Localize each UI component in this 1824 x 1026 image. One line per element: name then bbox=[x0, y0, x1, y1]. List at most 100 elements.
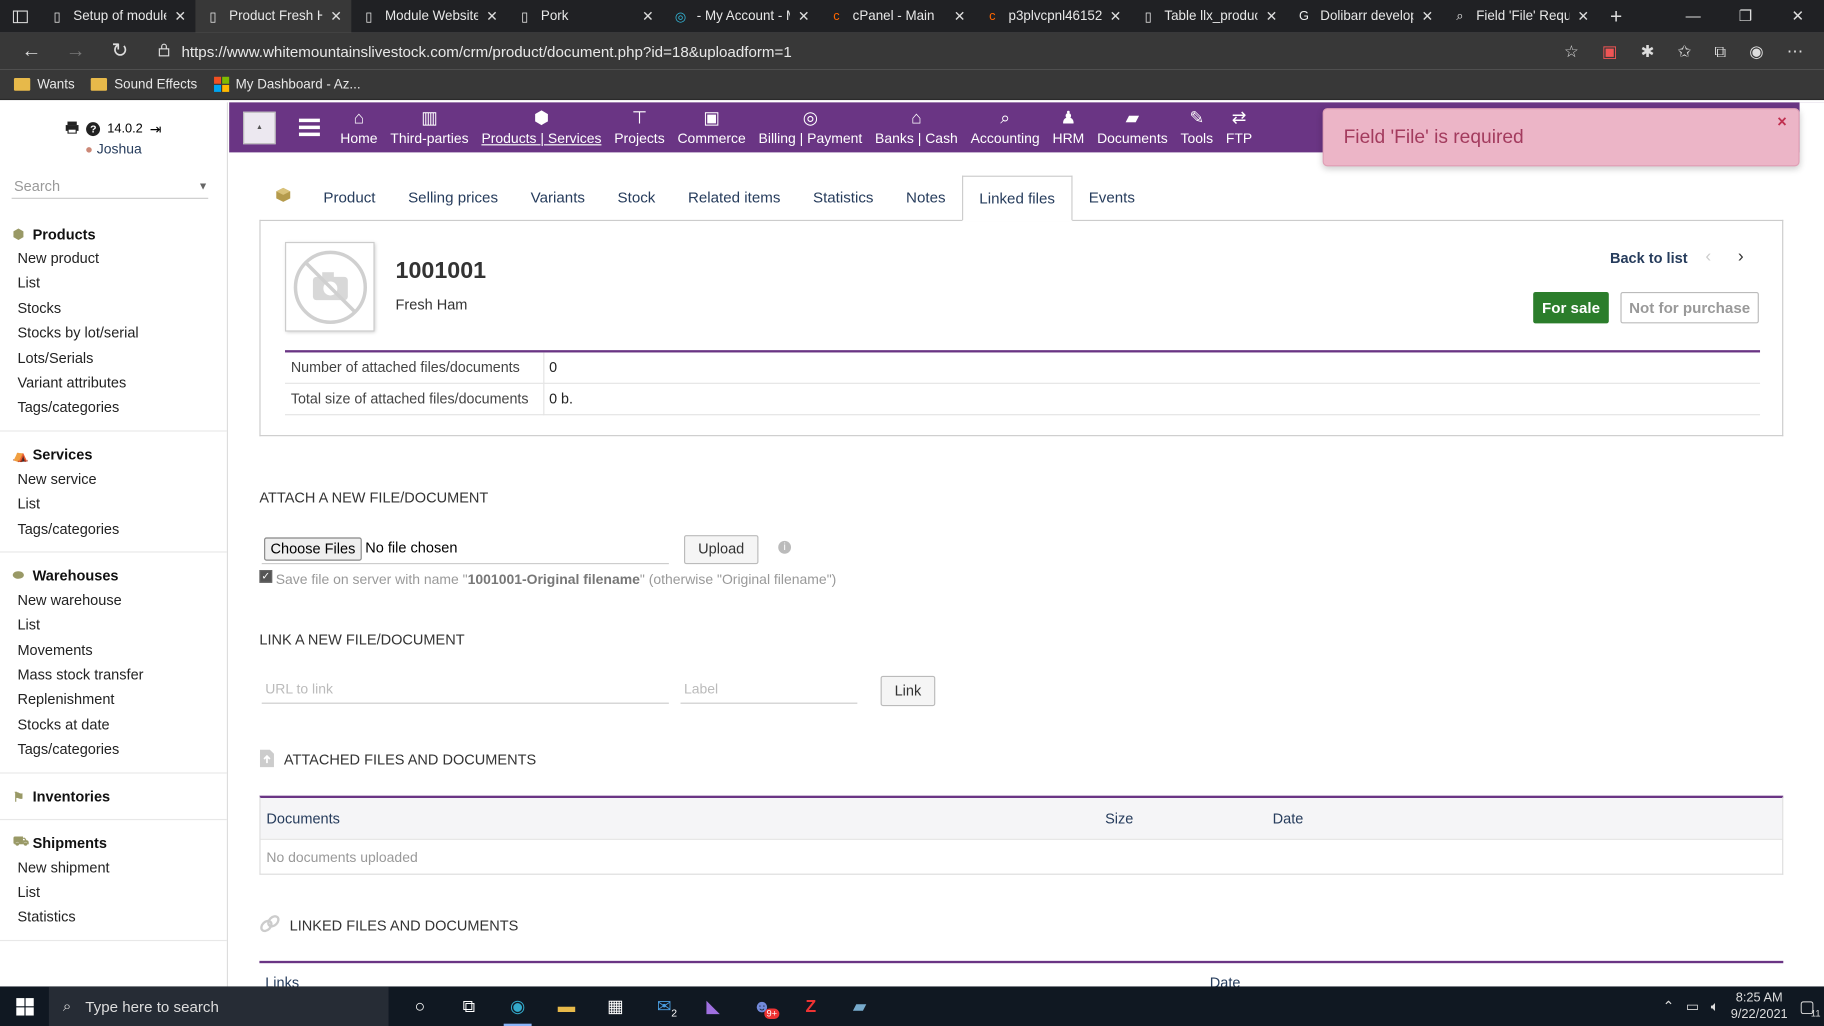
volume-icon[interactable]: 🔈︎ bbox=[1711, 998, 1719, 1015]
taskbar-clock[interactable]: 8:25 AM 9/22/2021 bbox=[1731, 990, 1788, 1023]
col-documents[interactable]: Documents bbox=[261, 810, 1106, 826]
restore-icon[interactable]: ❐ bbox=[1719, 7, 1771, 26]
start-button[interactable] bbox=[0, 997, 49, 1015]
sidebar-item[interactable]: New service bbox=[0, 467, 227, 492]
topmenu-commerce[interactable]: ▣ Commerce bbox=[671, 102, 752, 152]
close-tab-icon[interactable]: ✕ bbox=[642, 8, 654, 24]
tab-variants[interactable]: Variants bbox=[514, 176, 601, 220]
sidebar-item[interactable]: Tags/categories bbox=[0, 517, 227, 542]
sidebar-heading-shipments[interactable]: ⛟ Shipments bbox=[0, 831, 227, 855]
reload-icon[interactable]: ↻ bbox=[98, 40, 142, 63]
close-tab-icon[interactable]: ✕ bbox=[1266, 8, 1278, 24]
bookmark-dashboard[interactable]: My Dashboard - Az... bbox=[213, 76, 361, 92]
company-logo[interactable]: ▲ bbox=[243, 111, 276, 144]
favorites-icon[interactable]: ✩ bbox=[1677, 41, 1691, 61]
topmenu-third-parties[interactable]: ▥ Third-parties bbox=[384, 102, 475, 152]
sidebar-item[interactable]: Replenishment bbox=[0, 688, 227, 713]
profile-avatar[interactable]: ◉ bbox=[1749, 41, 1763, 61]
sidebar-item[interactable]: List bbox=[0, 881, 227, 906]
minimize-icon[interactable]: — bbox=[1667, 7, 1719, 26]
hamburger-icon[interactable] bbox=[298, 118, 320, 137]
sidebar-heading-inventories[interactable]: ⚑ Inventories bbox=[0, 785, 227, 809]
sidebar-item[interactable]: List bbox=[0, 492, 227, 517]
topmenu-ftp[interactable]: ⇄ FTP bbox=[1219, 102, 1258, 152]
topmenu-accounting[interactable]: ⌕ Accounting bbox=[964, 102, 1046, 152]
tab-product[interactable]: Product bbox=[307, 176, 392, 220]
extension-icon[interactable]: ▣ bbox=[1602, 41, 1617, 61]
topmenu-documents[interactable]: ▰ Documents bbox=[1091, 102, 1174, 152]
topmenu-billing-payment[interactable]: ◎ Billing | Payment bbox=[752, 102, 869, 152]
sidebar-item[interactable]: Stocks by lot/serial bbox=[0, 321, 227, 346]
sidebar-item[interactable]: Stocks bbox=[0, 296, 227, 321]
col-date[interactable]: Date bbox=[1273, 810, 1304, 826]
url-to-link-input[interactable]: URL to link bbox=[261, 681, 669, 704]
browser-tab[interactable]: ▯ Module Website ✕ bbox=[351, 0, 507, 33]
bookmark-sound-effects[interactable]: Sound Effects bbox=[90, 77, 197, 91]
puzzle-icon[interactable]: ✱ bbox=[1641, 41, 1655, 61]
upload-button[interactable]: Upload bbox=[684, 535, 759, 565]
browser-tab[interactable]: ▯ Pork ✕ bbox=[507, 0, 663, 33]
status-for-sale-badge[interactable]: For sale bbox=[1533, 291, 1609, 324]
visual-studio-icon[interactable]: ◣ bbox=[689, 986, 738, 1026]
sidebar-item[interactable]: Statistics bbox=[0, 906, 227, 931]
topmenu-projects[interactable]: ⊤ Projects bbox=[608, 102, 671, 152]
notification-icon[interactable]: ▢ 11 bbox=[1799, 996, 1820, 1018]
sidebar-item[interactable]: New warehouse bbox=[0, 589, 227, 614]
status-not-for-purchase-badge[interactable]: Not for purchase bbox=[1620, 291, 1759, 324]
sidebar-heading-products[interactable]: ⬢ Products bbox=[0, 222, 227, 246]
sidebar-item[interactable]: Mass stock transfer bbox=[0, 663, 227, 688]
forward-icon[interactable]: → bbox=[54, 40, 98, 63]
file-explorer-icon[interactable]: ▬ bbox=[542, 986, 591, 1026]
tab-stock[interactable]: Stock bbox=[601, 176, 671, 220]
close-tab-icon[interactable]: ✕ bbox=[486, 8, 498, 24]
network-icon[interactable]: ▭ bbox=[1686, 998, 1699, 1014]
tray-expand-icon[interactable]: ⌃ bbox=[1663, 998, 1675, 1014]
close-tab-icon[interactable]: ✕ bbox=[1421, 8, 1433, 24]
browser-tab[interactable]: G Dolibarr develop ✕ bbox=[1287, 0, 1443, 33]
sidebar-heading-warehouses[interactable]: ⬬ Warehouses bbox=[0, 564, 227, 588]
tab-statistics[interactable]: Statistics bbox=[797, 176, 890, 220]
info-icon[interactable]: i bbox=[778, 540, 792, 554]
user-link[interactable]: ● Joshua bbox=[0, 141, 227, 157]
tab-events[interactable]: Events bbox=[1072, 176, 1151, 220]
print-icon[interactable] bbox=[65, 121, 79, 137]
product-photo[interactable] bbox=[285, 241, 375, 332]
sidebar-search[interactable]: Search ▼ bbox=[11, 173, 208, 199]
close-tab-icon[interactable]: ✕ bbox=[798, 8, 810, 24]
close-tab-icon[interactable]: ✕ bbox=[1110, 8, 1122, 24]
sidebar-item[interactable]: Variant attributes bbox=[0, 371, 227, 396]
col-size[interactable]: Size bbox=[1105, 810, 1273, 826]
sidebar-item[interactable]: Lots/Serials bbox=[0, 346, 227, 371]
collections-icon[interactable]: ⧉ bbox=[1714, 41, 1726, 61]
bookmark-wants[interactable]: Wants bbox=[13, 77, 75, 91]
sidebar-item[interactable]: List bbox=[0, 613, 227, 638]
link-label-input[interactable]: Label bbox=[680, 681, 858, 704]
sidebar-item[interactable]: Movements bbox=[0, 638, 227, 663]
sidebar-item[interactable]: Tags/categories bbox=[0, 738, 227, 763]
browser-tab[interactable]: ▯ Setup of module ✕ bbox=[40, 0, 196, 33]
topmenu-banks-cash[interactable]: ⌂ Banks | Cash bbox=[869, 102, 965, 152]
sidebar-item[interactable]: Tags/categories bbox=[0, 396, 227, 421]
taskbar-search[interactable]: ⌕ Type here to search bbox=[48, 986, 389, 1026]
close-window-icon[interactable]: ✕ bbox=[1772, 7, 1824, 26]
close-tab-icon[interactable]: ✕ bbox=[174, 8, 186, 24]
browser-tab[interactable]: ▯ Product Fresh Ha ✕ bbox=[195, 0, 352, 33]
logout-icon[interactable]: ⇥ bbox=[150, 121, 162, 137]
sidebar-heading-services[interactable]: ⛺ Services bbox=[0, 443, 227, 467]
back-icon[interactable]: ← bbox=[9, 40, 53, 63]
tab-selling-prices[interactable]: Selling prices bbox=[392, 176, 515, 220]
topmenu-home[interactable]: ⌂ Home bbox=[334, 102, 384, 152]
topmenu-tools[interactable]: ✎ Tools bbox=[1174, 102, 1219, 152]
notepad-icon[interactable]: ▰ bbox=[835, 986, 884, 1026]
close-tab-icon[interactable]: ✕ bbox=[1577, 8, 1589, 24]
close-tab-icon[interactable]: ✕ bbox=[330, 8, 342, 24]
close-error-icon[interactable]: × bbox=[1777, 112, 1787, 131]
page-scrollbar[interactable] bbox=[1799, 102, 1824, 987]
add-favorite-icon[interactable]: ☆ bbox=[1564, 41, 1579, 61]
tab-actions-icon[interactable] bbox=[0, 9, 40, 23]
next-record-icon[interactable]: › bbox=[1738, 247, 1744, 267]
browser-tab[interactable]: ◎ - My Account - M ✕ bbox=[663, 0, 819, 33]
store-icon[interactable]: ▦ bbox=[591, 986, 640, 1026]
task-view-icon[interactable]: ⧉ bbox=[444, 986, 493, 1026]
browser-tab[interactable]: ▯ Table llx_product ✕ bbox=[1131, 0, 1287, 33]
